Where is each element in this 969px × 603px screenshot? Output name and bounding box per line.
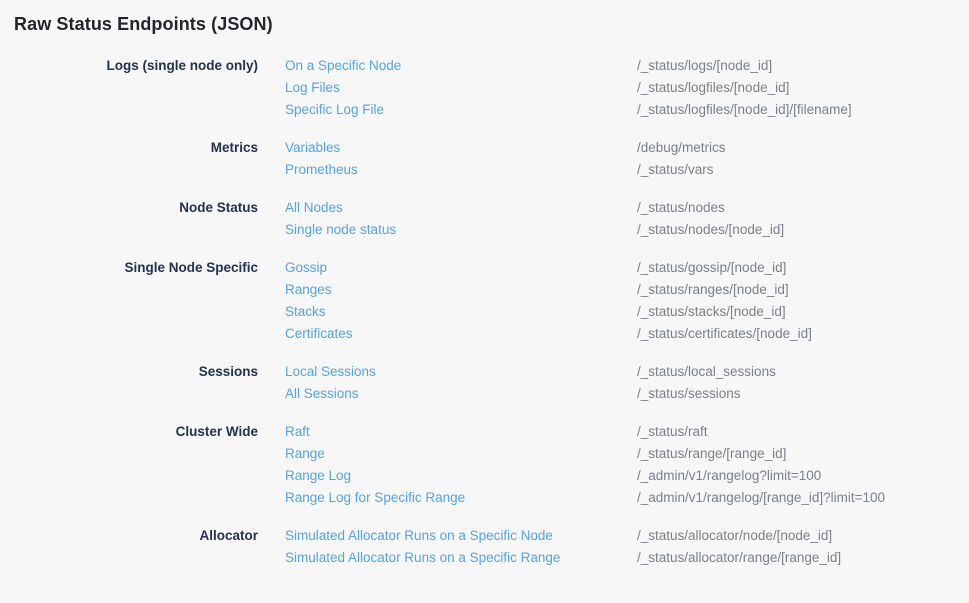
endpoint-paths-column: /_status/allocator/node/[node_id]/_statu… (637, 525, 841, 569)
endpoint-links-column: VariablesPrometheus (285, 137, 637, 181)
endpoint-links-column: On a Specific NodeLog FilesSpecific Log … (285, 55, 637, 121)
endpoint-paths-column: /debug/metrics/_status/vars (637, 137, 726, 181)
endpoint-link[interactable]: Certificates (285, 323, 353, 345)
endpoint-paths-column: /_status/nodes/_status/nodes/[node_id] (637, 197, 784, 241)
endpoint-path: /_status/local_sessions (637, 361, 776, 383)
endpoint-group: Cluster Wide RaftRangeRange LogRange Log … (0, 421, 969, 509)
endpoint-path: /_status/gossip/[node_id] (637, 257, 812, 279)
page-title: Raw Status Endpoints (JSON) (14, 13, 969, 35)
endpoint-group: SessionsLocal SessionsAll Sessions/_stat… (0, 361, 969, 405)
endpoint-path: /_status/logfiles/[node_id]/[filename] (637, 99, 852, 121)
category-label: Logs (single node only) (0, 55, 258, 77)
endpoint-group: Metrics VariablesPrometheus/debug/metrics… (0, 137, 969, 181)
endpoint-path: /_status/ranges/[node_id] (637, 279, 812, 301)
endpoint-path: /_status/vars (637, 159, 726, 181)
category-label: Allocator (0, 525, 258, 547)
endpoint-paths-column: /_status/logs/[node_id]/_status/logfiles… (637, 55, 852, 121)
endpoint-link[interactable]: Variables (285, 137, 340, 159)
endpoint-link[interactable]: Simulated Allocator Runs on a Specific R… (285, 547, 560, 569)
endpoint-path: /_status/sessions (637, 383, 776, 405)
endpoint-links-column: RaftRangeRange LogRange Log for Specific… (285, 421, 637, 509)
endpoint-path: /_status/nodes/[node_id] (637, 219, 784, 241)
endpoint-path: /_status/nodes (637, 197, 784, 219)
endpoint-path: /_status/range/[range_id] (637, 443, 885, 465)
endpoint-path: /_status/allocator/node/[node_id] (637, 525, 841, 547)
endpoint-link[interactable]: Gossip (285, 257, 327, 279)
category-label: Sessions (0, 361, 258, 383)
endpoint-path: /_status/certificates/[node_id] (637, 323, 812, 345)
endpoint-link[interactable]: Simulated Allocator Runs on a Specific N… (285, 525, 553, 547)
endpoint-link[interactable]: Local Sessions (285, 361, 376, 383)
endpoint-link[interactable]: Range Log for Specific Range (285, 487, 465, 509)
endpoint-link[interactable]: Stacks (285, 301, 326, 323)
raw-status-endpoints-page: Raw Status Endpoints (JSON) Logs (single… (0, 13, 969, 603)
endpoint-link[interactable]: Specific Log File (285, 99, 384, 121)
endpoint-link[interactable]: Prometheus (285, 159, 358, 181)
endpoint-path: /_status/logfiles/[node_id] (637, 77, 852, 99)
endpoint-link[interactable]: All Nodes (285, 197, 343, 219)
endpoint-group: Allocator Simulated Allocator Runs on a S… (0, 525, 969, 569)
endpoint-path: /debug/metrics (637, 137, 726, 159)
endpoint-path: /_status/stacks/[node_id] (637, 301, 812, 323)
category-label: Node Status (0, 197, 258, 219)
endpoint-group: Logs (single node only) On a Specific Nod… (0, 55, 969, 121)
endpoint-link[interactable]: Ranges (285, 279, 332, 301)
endpoint-path: /_status/logs/[node_id] (637, 55, 852, 77)
endpoint-link[interactable]: Single node status (285, 219, 396, 241)
endpoint-group: Single Node Specific GossipRangesStacksCe… (0, 257, 969, 345)
endpoint-paths-column: /_status/raft/_status/range/[range_id]/_… (637, 421, 885, 509)
endpoint-link[interactable]: On a Specific Node (285, 55, 401, 77)
endpoint-group: Node StatusAll NodesSingle node status/_… (0, 197, 969, 241)
endpoint-paths-column: /_status/local_sessions/_status/sessions (637, 361, 776, 405)
endpoint-path: /_admin/v1/rangelog/[range_id]?limit=100 (637, 487, 885, 509)
endpoint-link[interactable]: Range (285, 443, 325, 465)
endpoint-paths-column: /_status/gossip/[node_id]/_status/ranges… (637, 257, 812, 345)
endpoint-links-column: Local SessionsAll Sessions (285, 361, 637, 405)
endpoint-path: /_status/raft (637, 421, 885, 443)
endpoint-link[interactable]: Range Log (285, 465, 351, 487)
endpoint-links-column: GossipRangesStacksCertificates (285, 257, 637, 345)
category-label: Single Node Specific (0, 257, 258, 279)
endpoint-link[interactable]: Raft (285, 421, 310, 443)
endpoint-link[interactable]: All Sessions (285, 383, 359, 405)
endpoint-links-column: Simulated Allocator Runs on a Specific N… (285, 525, 637, 569)
endpoints-table: Logs (single node only) On a Specific Nod… (0, 55, 969, 569)
endpoint-path: /_status/allocator/range/[range_id] (637, 547, 841, 569)
endpoint-path: /_admin/v1/rangelog?limit=100 (637, 465, 885, 487)
category-label: Metrics (0, 137, 258, 159)
endpoint-link[interactable]: Log Files (285, 77, 340, 99)
category-label: Cluster Wide (0, 421, 258, 443)
endpoint-links-column: All NodesSingle node status (285, 197, 637, 241)
